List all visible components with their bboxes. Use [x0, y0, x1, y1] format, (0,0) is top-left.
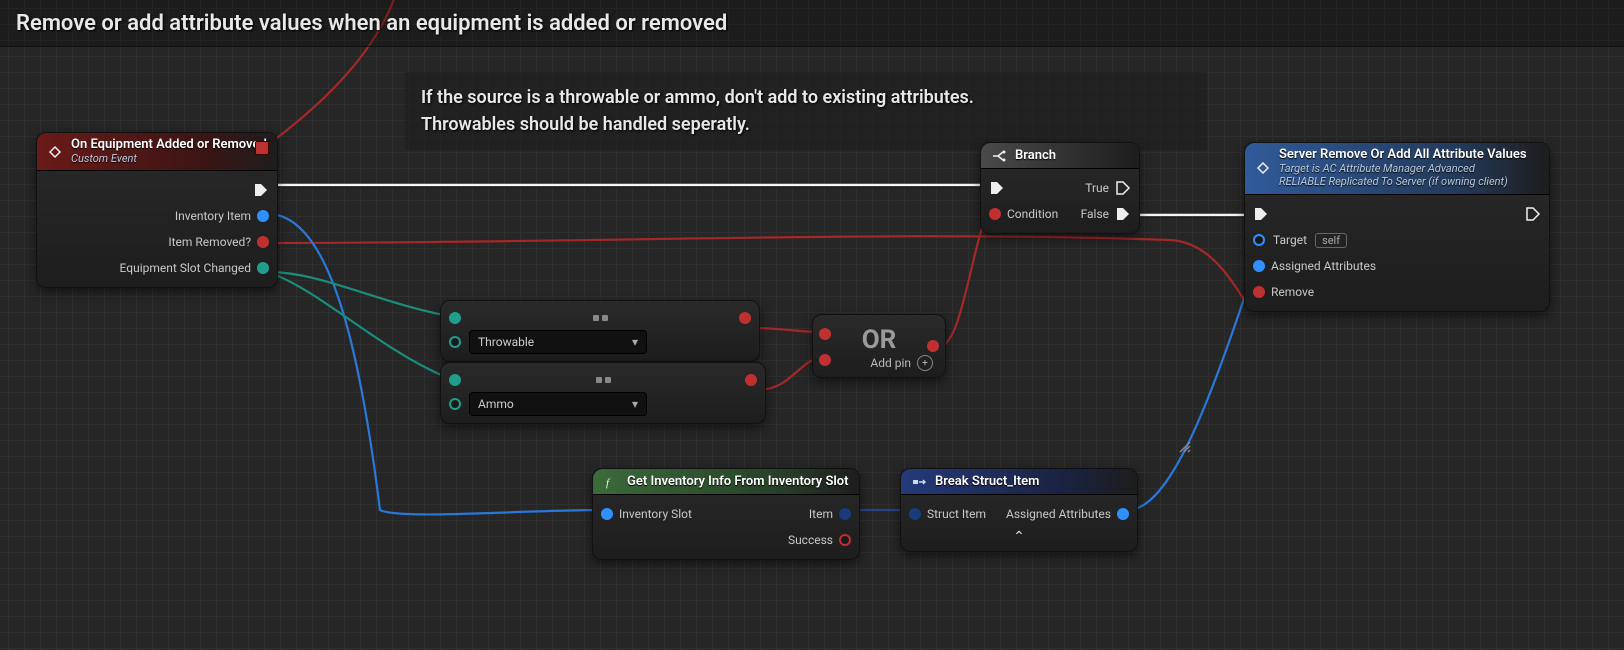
- event-icon: [47, 144, 63, 160]
- pin-inventory-item[interactable]: [257, 210, 269, 222]
- node-boolean-or[interactable]: OR Add pin +: [812, 314, 946, 378]
- pin-inventory-slot[interactable]: [601, 508, 613, 520]
- node-equal-enum-throwable[interactable]: Throwable ▾: [440, 300, 760, 362]
- pin-out-bool[interactable]: [739, 312, 751, 324]
- exec-out-false-pin[interactable]: [1115, 206, 1131, 222]
- exec-out-true-pin[interactable]: [1115, 180, 1131, 196]
- add-pin-label: Add pin: [870, 356, 911, 370]
- or-label: OR: [821, 321, 937, 355]
- node-equal-enum-ammo[interactable]: Ammo ▾: [440, 362, 766, 424]
- pin-label: Inventory Item: [175, 209, 251, 223]
- svg-text:f: f: [606, 477, 611, 489]
- pin-remove-in[interactable]: [1253, 286, 1265, 298]
- equal-icon: [596, 377, 611, 383]
- pin-label: False: [1081, 207, 1109, 221]
- pin-assigned-attributes-out[interactable]: [1117, 508, 1129, 520]
- exec-in-pin[interactable]: [989, 180, 1005, 196]
- node-header: On Equipment Added or Removed Custom Eve…: [37, 133, 277, 171]
- pin-in-enum-b[interactable]: [449, 398, 461, 410]
- pin-or-in-b[interactable]: [819, 354, 831, 366]
- exec-in-pin[interactable]: [1253, 206, 1269, 222]
- pin-or-out[interactable]: [927, 340, 939, 352]
- delegate-pin[interactable]: [255, 141, 269, 155]
- pin-label: Assigned Attributes: [1006, 507, 1111, 521]
- node-subtitle: Custom Event: [71, 153, 267, 166]
- node-subtitle-2: RELIABLE Replicated To Server (if owning…: [1279, 176, 1527, 189]
- resize-grip-icon: [1176, 438, 1192, 454]
- pin-label: Assigned Attributes: [1271, 259, 1376, 273]
- equal-icon: [593, 315, 608, 321]
- comment-block: If the source is a throwable or ammo, do…: [405, 72, 1207, 150]
- section-title-text: Remove or add attribute values when an e…: [16, 11, 727, 36]
- node-header: f Get Inventory Info From Inventory Slot: [593, 469, 859, 495]
- exec-out-pin[interactable]: [1525, 206, 1541, 222]
- node-custom-event[interactable]: On Equipment Added or Removed Custom Eve…: [36, 132, 278, 288]
- pin-struct-item[interactable]: [909, 508, 921, 520]
- pin-item-removed[interactable]: [257, 236, 269, 248]
- chevron-down-icon: ▾: [632, 335, 638, 349]
- node-subtitle-1: Target is AC Attribute Manager Advanced: [1279, 163, 1527, 176]
- pin-label: Equipment Slot Changed: [120, 261, 251, 275]
- add-pin-button[interactable]: Add pin +: [821, 355, 937, 371]
- node-title: Get Inventory Info From Inventory Slot: [627, 475, 849, 490]
- pin-label: Item Removed?: [168, 235, 251, 249]
- expand-struct-toggle[interactable]: ⌃: [909, 527, 1129, 545]
- pin-label: Success: [788, 533, 833, 547]
- node-branch[interactable]: Branch True Condition False: [980, 142, 1140, 234]
- node-header: Break Struct_Item: [901, 469, 1137, 495]
- pin-label: Struct Item: [927, 507, 986, 521]
- node-title: Server Remove Or Add All Attribute Value…: [1279, 148, 1527, 163]
- enum-selected-label: Ammo: [478, 397, 514, 411]
- enum-selected-label: Throwable: [478, 335, 534, 349]
- pin-label: Item: [809, 507, 833, 521]
- pin-assigned-attributes-in[interactable]: [1253, 260, 1265, 272]
- node-title: On Equipment Added or Removed: [71, 138, 267, 153]
- node-header: Server Remove Or Add All Attribute Value…: [1245, 143, 1549, 195]
- pin-label: Condition: [1007, 207, 1058, 221]
- event-icon: [1255, 160, 1271, 176]
- pin-label: Remove: [1271, 285, 1314, 299]
- function-icon: f: [603, 474, 619, 490]
- break-struct-icon: [911, 474, 927, 490]
- pin-out-bool[interactable]: [745, 374, 757, 386]
- section-title: Remove or add attribute values when an e…: [0, 0, 1624, 47]
- pin-condition[interactable]: [989, 208, 1001, 220]
- node-server-remove-or-add[interactable]: Server Remove Or Add All Attribute Value…: [1244, 142, 1550, 312]
- pin-success-out[interactable]: [839, 534, 851, 546]
- plus-icon: +: [917, 355, 933, 371]
- node-title: Break Struct_Item: [935, 475, 1039, 490]
- pin-in-enum-a[interactable]: [449, 374, 461, 386]
- comment-line-1: If the source is a throwable or ammo, do…: [421, 84, 1191, 111]
- enum-selector-ammo[interactable]: Ammo ▾: [469, 392, 647, 416]
- branch-icon: [991, 148, 1007, 164]
- pin-or-in-a[interactable]: [819, 328, 831, 340]
- node-get-inventory-info[interactable]: f Get Inventory Info From Inventory Slot…: [592, 468, 860, 560]
- pin-in-enum-a[interactable]: [449, 312, 461, 324]
- node-header: Branch: [981, 143, 1139, 169]
- pin-label: Inventory Slot: [619, 507, 692, 521]
- pin-in-enum-b[interactable]: [449, 336, 461, 348]
- blueprint-canvas[interactable]: { "title": "Remove or add attribute valu…: [0, 0, 1624, 650]
- chevron-down-icon: ▾: [632, 397, 638, 411]
- pin-equipment-slot-changed[interactable]: [257, 262, 269, 274]
- pin-label: True: [1085, 181, 1109, 195]
- exec-out-pin[interactable]: [253, 182, 269, 198]
- pin-target[interactable]: [1253, 234, 1265, 246]
- comment-line-2: Throwables should be handled seperatly.: [421, 111, 1191, 138]
- pin-label: Target: [1273, 233, 1307, 247]
- pin-item-out[interactable]: [839, 508, 851, 520]
- node-break-struct-item[interactable]: Break Struct_Item Struct Item Assigned A…: [900, 468, 1138, 552]
- enum-selector-throwable[interactable]: Throwable ▾: [469, 330, 647, 354]
- node-title: Branch: [1015, 149, 1056, 164]
- target-default-self: self: [1315, 233, 1347, 248]
